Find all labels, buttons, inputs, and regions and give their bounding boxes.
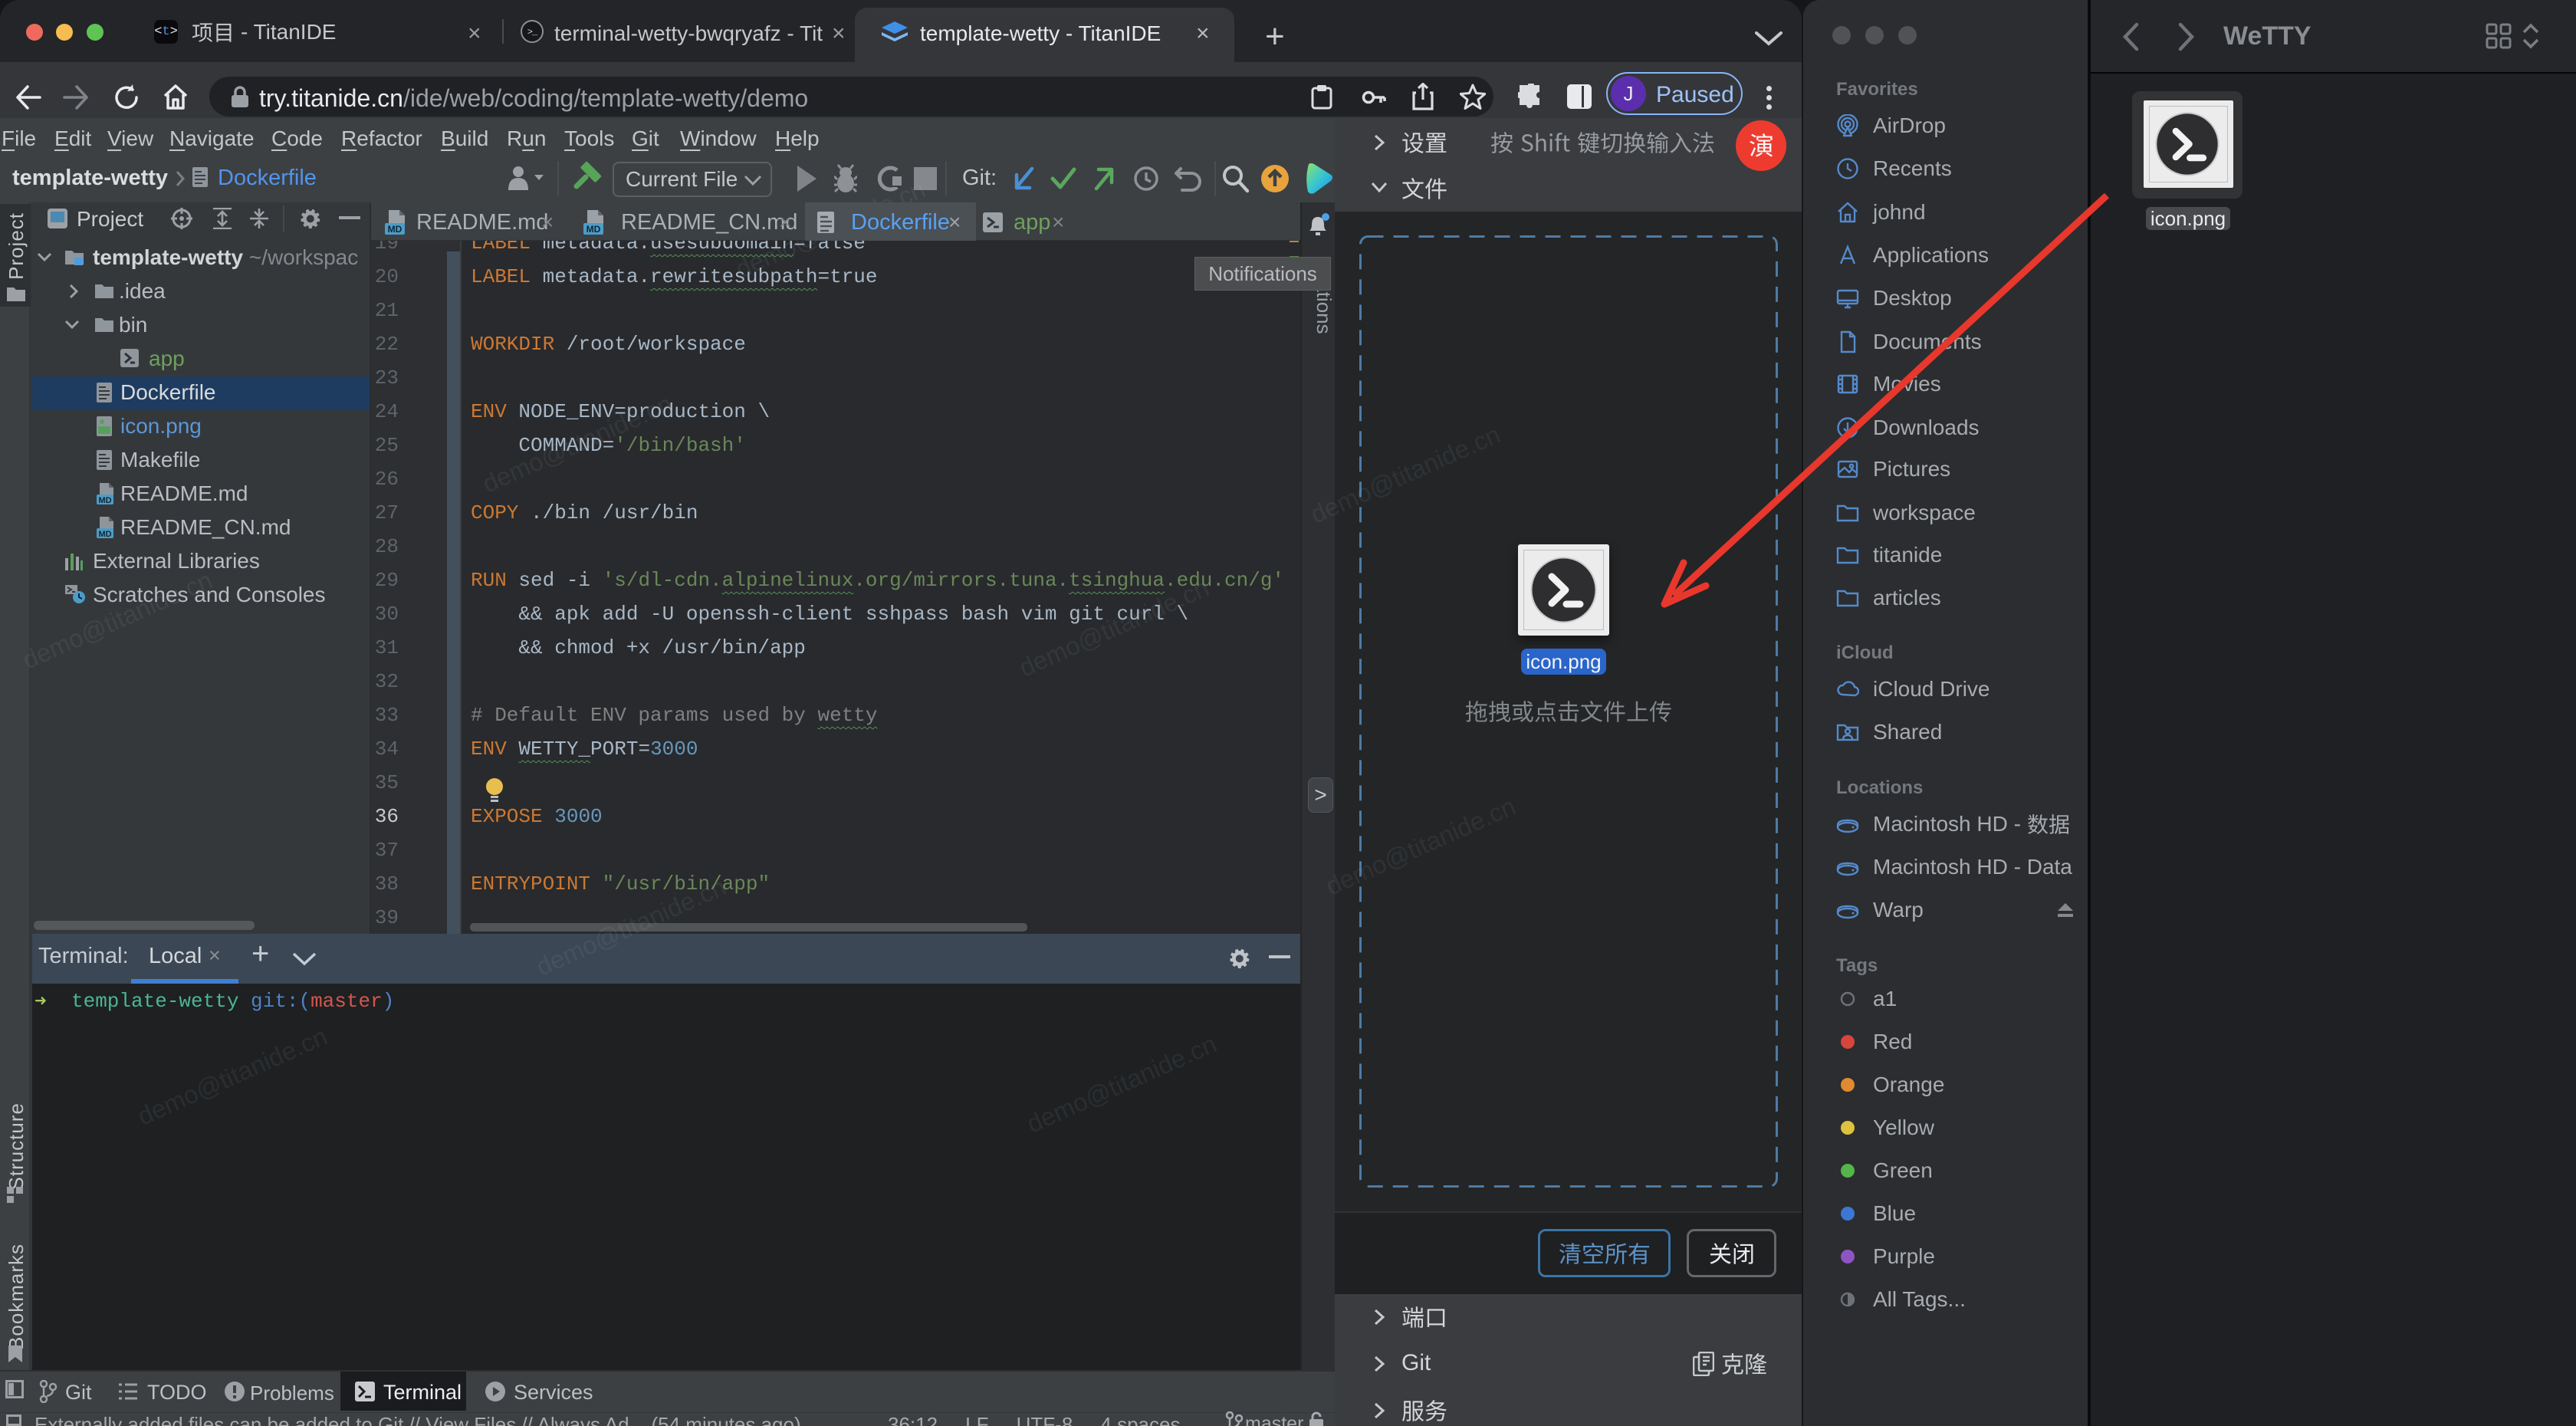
svg-text:MD: MD — [586, 224, 601, 235]
svg-text:MD: MD — [98, 530, 111, 539]
svg-text:MD: MD — [388, 224, 402, 235]
svg-text:MD: MD — [98, 496, 111, 505]
